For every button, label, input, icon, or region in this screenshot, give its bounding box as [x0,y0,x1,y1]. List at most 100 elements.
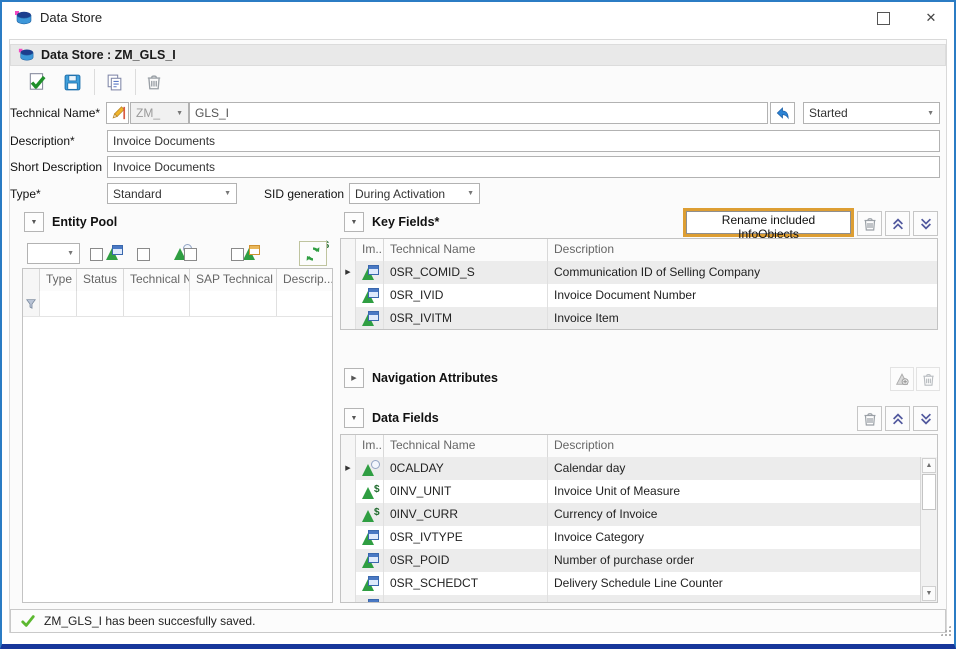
description-cell[interactable]: Number of purchase order [548,549,937,572]
filter-cell[interactable] [40,291,77,316]
key-fields-delete-button[interactable] [857,211,882,236]
description-cell[interactable]: Invoice Category [548,526,937,549]
key-fields-collapse-button[interactable]: ▼ [344,212,364,232]
add-navigation-attribute-button[interactable] [890,367,914,391]
scrollbar-thumb[interactable] [922,474,936,510]
data-fields-move-up-button[interactable] [885,406,910,431]
sid-generation-select[interactable]: During Activation ▼ [349,183,480,204]
chevron-down-icon: ▼ [351,219,358,226]
row-selector[interactable] [341,503,356,526]
rename-included-infoobjects-button[interactable]: Rename included InfoObjects [686,211,851,234]
delete-button[interactable] [143,71,165,93]
table-row[interactable]: ▶ 0SR_COMID_S Communication ID of Sellin… [341,261,937,285]
description-cell[interactable]: Calendar day [548,457,937,480]
row-selector[interactable] [341,307,356,330]
characteristic-icon [105,245,123,260]
title-bar[interactable]: Data Store ✕ [2,2,954,34]
key-fields-move-down-button[interactable] [913,211,938,236]
technical-name-cell[interactable]: 0SR_IVTYPE [384,526,548,549]
filter-cell[interactable] [124,291,190,316]
navigation-attributes-delete-button[interactable] [916,367,940,391]
filter-cell[interactable] [77,291,124,316]
table-row[interactable]: 0SR_SCHEDCT Delivery Schedule Line Count… [341,572,937,596]
description-cell[interactable]: Currency of Invoice [548,503,937,526]
description-cell[interactable]: Communication ID of Selling Company [548,261,937,284]
column-header-technical-name[interactable]: Technical Name [384,435,548,457]
save-button[interactable] [61,71,83,93]
maximize-button[interactable] [860,2,906,34]
table-row[interactable]: 0SR_IVITM Invoice Item [341,307,937,330]
row-selector[interactable] [341,549,356,572]
column-header-description[interactable]: Descrip... [277,269,332,291]
column-header-sap-technical-name[interactable]: SAP Technical ... [190,269,277,291]
edit-name-button[interactable] [106,102,129,124]
column-header-status[interactable]: Status [77,269,124,291]
type-select[interactable]: Standard ▼ [107,183,237,204]
table-row[interactable]: 0INV_UNIT Invoice Unit of Measure [341,480,937,504]
technical-name-cell[interactable]: 0SR_COMID_S [384,261,548,284]
column-header-description[interactable]: Description [548,239,937,261]
table-row[interactable]: 0SR_IVID Invoice Document Number [341,284,937,308]
status-select[interactable]: Started ▼ [803,102,940,124]
table-row[interactable]: ▶ 0CALDAY Calendar day [341,457,937,481]
characteristic-filter-checkbox[interactable] [90,248,103,261]
time-characteristic-filter-checkbox[interactable] [137,248,150,261]
navigation-attributes-collapse-button[interactable]: ▶ [344,368,364,388]
column-header-im[interactable]: Im... [356,239,384,261]
description-cell[interactable]: Invoice Unit of Measure [548,480,937,503]
filter-cell[interactable] [190,291,277,316]
table-row-partial[interactable] [341,595,937,603]
activate-button[interactable] [26,71,48,93]
description-cell[interactable]: Invoice Item [548,307,937,330]
technical-name-cell[interactable]: 0INV_UNIT [384,480,548,503]
description-input[interactable] [107,130,940,152]
entity-pool-filter-select[interactable]: ▼ [27,243,80,264]
unit-filter-checkbox[interactable] [184,248,197,261]
technical-name-cell[interactable]: 0SR_POID [384,549,548,572]
type-label: Type* [10,183,41,205]
row-selector[interactable] [341,480,356,503]
row-selector[interactable]: ▶ [341,261,356,284]
key-fields-move-up-button[interactable] [885,211,910,236]
entity-pool-collapse-button[interactable]: ▼ [24,212,44,232]
table-row[interactable]: 0INV_CURR Currency of Invoice [341,503,937,527]
technical-name-cell[interactable]: 0SR_SCHEDCT [384,572,548,595]
column-header-technical-name[interactable]: Technical Name [384,239,548,261]
data-fields-move-down-button[interactable] [913,406,938,431]
copy-button[interactable] [103,71,125,93]
undo-button[interactable] [770,102,795,124]
column-header-description[interactable]: Description [548,435,937,457]
row-selector[interactable] [341,284,356,307]
description-cell[interactable]: Invoice Document Number [548,284,937,307]
row-selector[interactable] [341,572,356,595]
short-description-input[interactable] [107,156,940,178]
data-fields-delete-button[interactable] [857,406,882,431]
key-figure-filter-checkbox[interactable] [231,248,244,261]
technical-name-cell[interactable]: 0INV_CURR [384,503,548,526]
close-button[interactable]: ✕ [908,2,954,34]
description-label: Description* [10,130,75,152]
maximize-icon [877,12,890,25]
rename-button-highlight: Rename included InfoObjects [683,208,854,237]
table-row[interactable]: 0SR_IVTYPE Invoice Category [341,526,937,550]
data-fields-collapse-button[interactable]: ▼ [344,408,364,428]
description-cell[interactable]: Delivery Schedule Line Counter [548,572,937,595]
column-header-technical-name[interactable]: Technical N... [124,269,190,291]
column-header-type[interactable]: Type [40,269,77,291]
technical-name-cell[interactable]: 0SR_IVID [384,284,548,307]
technical-name-cell[interactable]: 0SR_IVITM [384,307,548,330]
prefix-select[interactable]: ZM_ ▼ [130,102,189,124]
scroll-up-button[interactable]: ▲ [922,458,936,473]
technical-name-cell[interactable]: 0CALDAY [384,457,548,480]
column-header-im[interactable]: Im... [356,435,384,457]
table-row[interactable]: 0SR_POID Number of purchase order [341,549,937,573]
row-selector[interactable]: ▶ [341,457,356,480]
row-selector[interactable] [341,526,356,549]
scroll-down-button[interactable]: ▼ [922,586,936,601]
technical-name-input[interactable] [189,102,768,124]
filter-cell[interactable] [277,291,332,316]
pencil-icon [109,105,126,122]
refresh-button[interactable] [299,241,327,266]
vertical-scrollbar[interactable]: ▲ ▼ [920,457,937,602]
row-selector[interactable] [341,595,356,603]
